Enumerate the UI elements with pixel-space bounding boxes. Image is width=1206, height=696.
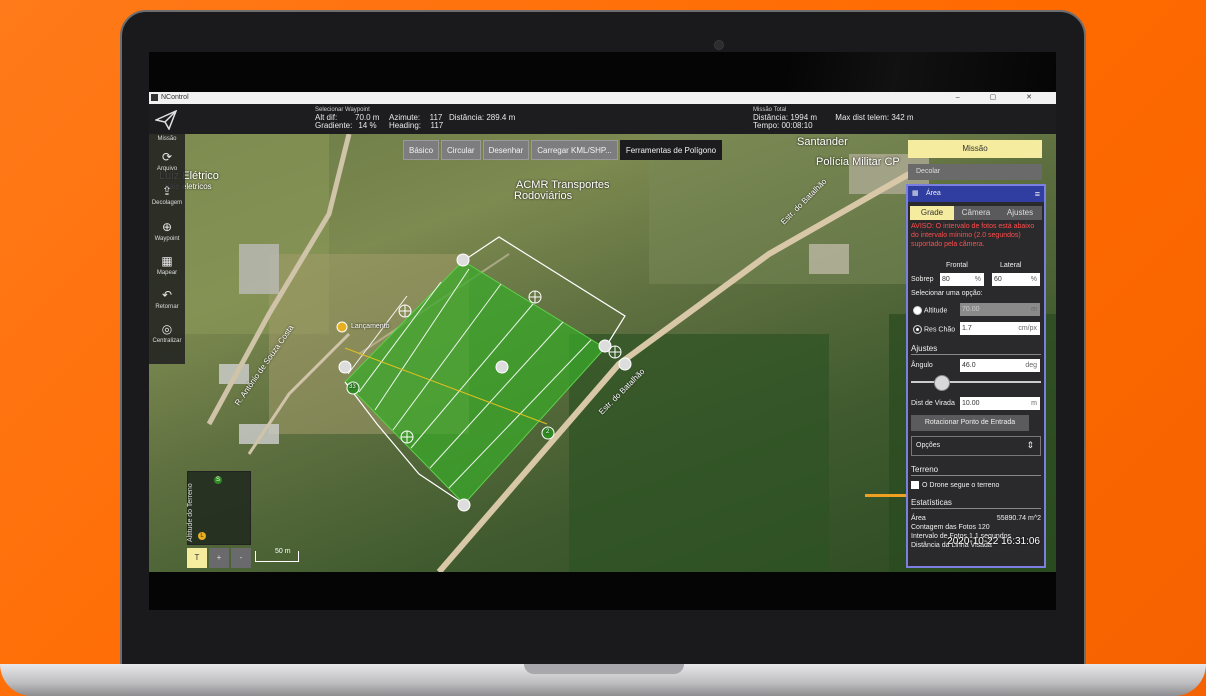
hamburger-menu-icon[interactable]: ≡	[1035, 186, 1040, 202]
distance-value: 289.4 m	[486, 113, 516, 122]
zoom-in-button[interactable]: +	[209, 548, 229, 568]
top-toolbar: Básico Circular Desenhar Carregar KML/SH…	[403, 140, 723, 160]
takeoff-icon: ⇪	[161, 184, 173, 198]
tab-camera[interactable]: Câmera	[954, 206, 998, 220]
return-icon: ↶	[161, 288, 173, 302]
area-title: Área	[926, 190, 941, 197]
terrain-toggle-button[interactable]: T	[187, 548, 207, 568]
waypoint-end-label[interactable]: 2	[546, 429, 549, 435]
adjust-section-title: Ajustes	[911, 344, 938, 353]
zoom-out-button[interactable]: -	[231, 548, 251, 568]
divider	[911, 354, 1041, 355]
terrain-launch-marker: L	[198, 532, 206, 540]
terrain-start-marker: S	[214, 476, 222, 484]
webcam	[714, 40, 724, 50]
video-timestamp: 2020-10-22 16:31:06	[947, 536, 1040, 547]
waypoint-start-label[interactable]: 33	[349, 384, 356, 390]
takeoff-launch-button[interactable]: Decolar	[908, 164, 1042, 180]
turn-distance-label: Dist de Virada	[911, 400, 955, 407]
map-icon: ▦	[161, 254, 173, 268]
gsd-radio[interactable]: Res Chão	[913, 325, 955, 334]
center-button[interactable]: ◎ Centralizar	[149, 322, 185, 344]
lateral-overlap-input[interactable]: 60%	[992, 273, 1040, 286]
gsd-input[interactable]: 1.7 cm/px	[960, 322, 1040, 335]
right-panel: Missão Decolar ▦ Área ≡ Grade Câmera Aju…	[906, 140, 1046, 570]
screen: NControl – ▢ ✕ Selecionar Waypoint Alt d…	[149, 52, 1056, 610]
area-panel: ▦ Área ≡ Grade Câmera Ajustes AVISO: O i…	[906, 184, 1046, 568]
screen-glare	[789, 52, 1056, 94]
toolbar-mission-header: Missão	[157, 136, 177, 142]
angle-slider-handle[interactable]	[934, 375, 951, 391]
lateral-label: Lateral	[1000, 262, 1022, 269]
map-label-place3: Santander	[797, 136, 848, 148]
app-icon	[151, 94, 158, 101]
tool-draw-button[interactable]: Desenhar	[482, 140, 530, 160]
calendar-icon: ▦	[912, 190, 919, 197]
terrain-section-title: Terreno	[911, 465, 939, 474]
tool-basic-button[interactable]: Básico	[403, 140, 440, 160]
photo-interval-warning: AVISO: O intervalo de fotos está abaixo …	[911, 223, 1035, 248]
heading-label: Heading:	[389, 121, 422, 130]
return-button[interactable]: ↶ Retornar	[149, 288, 185, 310]
waypoint-icon: ⊕	[161, 220, 173, 234]
file-icon: ⟳	[161, 150, 173, 164]
terrain-panel-title: Altitude do Terreno	[187, 483, 194, 542]
center-icon: ◎	[161, 322, 173, 336]
map-mission-button[interactable]: ▦ Mapear	[149, 254, 185, 276]
laptop-notch	[524, 664, 684, 674]
area-tabs: Grade Câmera Ajustes	[910, 206, 1042, 220]
altitude-input: 70.00 m	[960, 303, 1040, 316]
tool-load-kml-button[interactable]: Carregar KML/SHP...	[531, 140, 618, 160]
mission-button[interactable]: Missão	[908, 140, 1042, 158]
info-bar: Selecionar Waypoint Alt dif: 70.0 m Grad…	[149, 104, 1056, 134]
tab-grid[interactable]: Grade	[910, 206, 954, 220]
follow-terrain-checkbox[interactable]: O Drone segue o terreno	[911, 481, 999, 489]
angle-label: Ângulo	[911, 362, 933, 369]
angle-input[interactable]: 46.0 deg	[960, 359, 1040, 372]
tool-circular-button[interactable]: Circular	[441, 140, 481, 160]
stats-section-title: Estatísticas	[911, 498, 952, 507]
divider	[911, 508, 1041, 509]
window-titlebar: NControl – ▢ ✕	[149, 92, 1056, 104]
map-label-place2-sub: Rodoviários	[514, 190, 573, 202]
terrain-altitude-panel: Altitude do Terreno S L	[187, 471, 251, 545]
area-header: ▦ Área ≡	[908, 186, 1044, 202]
window-controls[interactable]: – ▢ ✕	[956, 92, 1046, 104]
heading-value: 117	[430, 121, 444, 130]
rotate-entry-point-button[interactable]: Rotacionar Ponto de Entrada	[911, 415, 1029, 431]
frontal-overlap-input[interactable]: 80%	[940, 273, 984, 286]
time-value: 00:08:10	[781, 121, 813, 130]
scale-label: 50 m	[275, 548, 291, 555]
overlap-label: Sobrep	[911, 276, 934, 283]
angle-slider-track[interactable]	[911, 381, 1041, 383]
frontal-label: Frontal	[946, 262, 968, 269]
map-label-place4: Polícia Militar CP	[816, 156, 900, 168]
paper-plane-icon[interactable]	[155, 110, 177, 130]
launch-label[interactable]: Lançamento	[351, 323, 390, 330]
max-dist-label: Max dist telem:	[835, 113, 890, 122]
file-button[interactable]: ⟳ Arquivo	[149, 150, 185, 172]
updown-chevron-icon: ⇕	[1026, 440, 1034, 450]
divider	[911, 475, 1041, 476]
stat-photo-count: Contagem das Fotos 120	[911, 524, 990, 531]
tool-polygon-button[interactable]: Ferramentas de Polígono	[619, 140, 723, 160]
takeoff-button[interactable]: ⇪ Decolagem	[149, 184, 185, 206]
time-label: Tempo:	[753, 121, 780, 130]
gradient-label: Gradiente:	[315, 121, 353, 130]
distance-label: Distância:	[449, 113, 485, 122]
select-option-label: Selecionar uma opção:	[911, 290, 983, 297]
turn-distance-input[interactable]: 10.00 m	[960, 397, 1040, 410]
bottom-toolbar: T + -	[187, 548, 251, 568]
stat-area: Área 55890.74 m^2	[911, 515, 1041, 522]
max-dist-value: 342 m	[891, 113, 914, 122]
window-title: NControl	[161, 94, 189, 101]
options-dropdown[interactable]: Opções ⇕	[911, 436, 1041, 456]
gradient-value: 14 %	[358, 121, 377, 130]
left-toolbar: Missão ⟳ Arquivo ⇪ Decolagem ⊕ Waypoint ▦ Ma…	[149, 134, 185, 364]
altitude-radio[interactable]: Altitude	[913, 306, 947, 315]
tab-settings[interactable]: Ajustes	[998, 206, 1042, 220]
waypoint-button[interactable]: ⊕ Waypoint	[149, 220, 185, 242]
